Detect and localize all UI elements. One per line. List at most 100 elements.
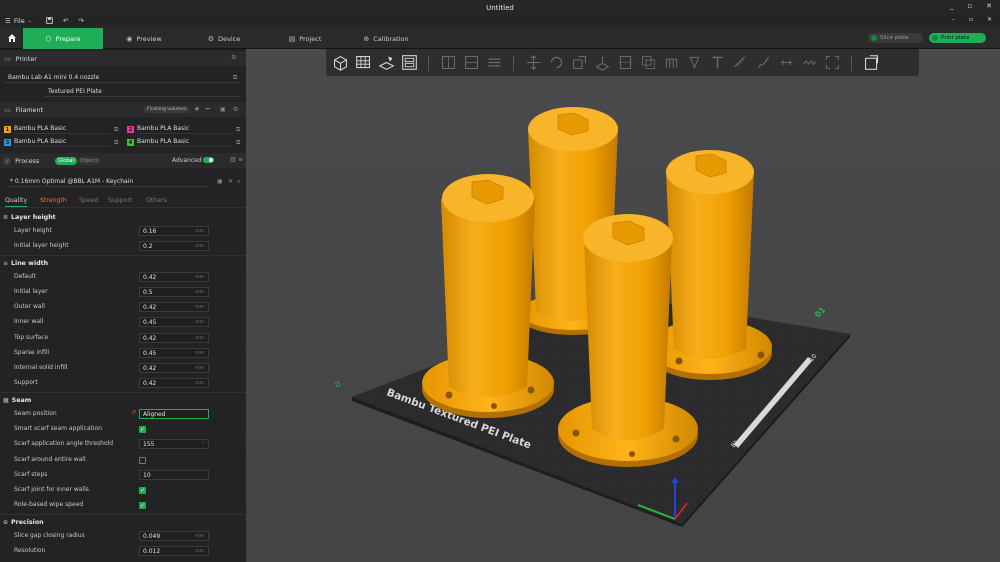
- filament-slot-3-swatch[interactable]: 3: [4, 139, 11, 146]
- seam-paint-button[interactable]: [684, 53, 704, 73]
- arrange-button[interactable]: [399, 53, 419, 73]
- tab-preview[interactable]: ◉ Preview: [105, 28, 183, 49]
- param-role-wipe-checkbox[interactable]: ✓: [139, 502, 146, 509]
- panel-restore-icon[interactable]: ▫: [969, 16, 973, 23]
- file-menu[interactable]: ☰ File ⌄: [5, 17, 32, 25]
- close-icon[interactable]: ✕: [986, 2, 992, 10]
- tab-support[interactable]: Support: [108, 197, 132, 204]
- param-lw-outer-wall-input[interactable]: 0.42 mm: [139, 302, 209, 312]
- save-preset-icon[interactable]: ▣: [217, 178, 223, 185]
- panel-close-icon[interactable]: ✕: [987, 16, 992, 23]
- compare-icon[interactable]: ▥: [230, 156, 236, 163]
- search-icon[interactable]: ⌕: [237, 178, 240, 186]
- param-gap-closing-input[interactable]: 0.049 mm: [139, 531, 209, 541]
- filter-icon[interactable]: ≡: [238, 156, 243, 163]
- color-paint-button[interactable]: [753, 53, 773, 73]
- param-smart-scarf-label: Smart scarf seam application: [14, 425, 102, 432]
- tab-others[interactable]: Others: [146, 197, 167, 204]
- param-lw-internal-solid-input[interactable]: 0.42 mm: [139, 363, 209, 373]
- print-plate-button[interactable]: Print plate: [929, 33, 986, 43]
- param-scarf-angle-input[interactable]: 155 °: [139, 439, 209, 449]
- param-lw-default-input[interactable]: 0.42 mm: [139, 272, 209, 282]
- filament-slot-3-edit-icon[interactable]: ⧉: [114, 139, 118, 147]
- measure-button[interactable]: [730, 53, 750, 73]
- param-scarf-steps-input[interactable]: 10: [139, 470, 209, 480]
- param-lw-top-surface-input[interactable]: 0.42 mm: [139, 333, 209, 343]
- filament-slot-1-select[interactable]: Bambu PLA Basic: [14, 124, 110, 134]
- move-button[interactable]: [523, 53, 543, 73]
- lay-on-face-button[interactable]: [592, 53, 612, 73]
- filament-slot-2-edit-icon[interactable]: ⧉: [236, 126, 240, 134]
- support-paint-button[interactable]: [661, 53, 681, 73]
- layers-button[interactable]: [484, 53, 504, 73]
- param-lw-sparse-infill-input[interactable]: 0.45 mm: [139, 348, 209, 358]
- project-icon: ▤: [288, 34, 296, 43]
- objects-toggle[interactable]: Objects: [77, 156, 101, 165]
- param-smart-scarf-checkbox[interactable]: ✓: [139, 426, 146, 433]
- process-preset-select[interactable]: * 0.16mm Optimal @BBL A1M - Keychain: [6, 176, 210, 187]
- fit-view-button[interactable]: [822, 53, 842, 73]
- filament-slot-1-swatch[interactable]: 1: [4, 126, 11, 133]
- filament-slot-1-edit-icon[interactable]: ⧉: [114, 126, 118, 134]
- orient-button[interactable]: [376, 53, 396, 73]
- undo-icon[interactable]: ↶: [63, 17, 68, 25]
- param-initial-layer-height-input[interactable]: 0.2 mm: [139, 241, 209, 251]
- tab-prepare[interactable]: ⬡ Prepare: [23, 28, 103, 49]
- 3d-scene[interactable]: 81 10 Bambu Textured PEI Plate 01 0: [246, 49, 1000, 562]
- param-resolution-input[interactable]: 0.012 mm: [139, 546, 209, 556]
- group-layer-height: ≣ Layer height: [0, 211, 246, 223]
- sync-filament-icon[interactable]: ▣: [220, 106, 226, 113]
- param-layer-height-input[interactable]: 0.16 mm: [139, 226, 209, 236]
- tab-strength[interactable]: Strength: [40, 197, 67, 204]
- scale-button[interactable]: [569, 53, 589, 73]
- advanced-switch[interactable]: [203, 157, 214, 163]
- mesh-boolean-button[interactable]: [638, 53, 658, 73]
- filament-slot-2-swatch[interactable]: 2: [127, 126, 134, 133]
- filament-slot-2-select[interactable]: Bambu PLA Basic: [137, 124, 233, 134]
- tab-calibration[interactable]: ⊕ Calibration: [347, 28, 425, 49]
- param-seam-position-select[interactable]: Aligned: [139, 409, 209, 419]
- param-scarf-around-checkbox[interactable]: [139, 457, 146, 464]
- split-parts-button[interactable]: [461, 53, 481, 73]
- assembly-button[interactable]: [776, 53, 796, 73]
- add-object-button[interactable]: [330, 53, 350, 73]
- fuzzy-skin-button[interactable]: [799, 53, 819, 73]
- filament-slot-3-select[interactable]: Bambu PLA Basic: [14, 137, 110, 147]
- printer-select[interactable]: Bambu Lab A1 mini 0.4 nozzle: [4, 72, 240, 83]
- tab-quality[interactable]: Quality: [5, 197, 28, 207]
- panel-minimize-icon[interactable]: –: [952, 16, 955, 23]
- delete-preset-icon[interactable]: ✕: [228, 178, 233, 185]
- add-plate-button[interactable]: [353, 53, 373, 73]
- printer-edit-icon[interactable]: ⧉: [233, 74, 237, 82]
- filament-slot-4-select[interactable]: Bambu PLA Basic: [137, 137, 233, 147]
- maximize-icon[interactable]: ▫: [967, 2, 972, 10]
- remove-filament-icon[interactable]: −: [205, 105, 211, 113]
- param-lw-initial-layer-input[interactable]: 0.5 mm: [139, 287, 209, 297]
- rotate-button[interactable]: [546, 53, 566, 73]
- plate-type-select[interactable]: Textured PEI Plate: [44, 86, 240, 97]
- tab-device[interactable]: ⚙ Device: [185, 28, 263, 49]
- tab-speed[interactable]: Speed: [79, 197, 98, 204]
- flushing-volumes-button[interactable]: Flushing volumes: [144, 106, 190, 113]
- text-shape-button[interactable]: [707, 53, 727, 73]
- split-objects-button[interactable]: [438, 53, 458, 73]
- param-scarf-inner-checkbox[interactable]: ✓: [139, 487, 146, 494]
- tab-project[interactable]: ▤ Project: [265, 28, 345, 49]
- printer-section-header[interactable]: ▭ Printer: [0, 51, 246, 66]
- filament-settings-icon[interactable]: ⚙: [233, 106, 238, 113]
- printer-settings-icon[interactable]: ⚙: [231, 54, 236, 61]
- save-icon[interactable]: [46, 16, 53, 26]
- minimize-icon[interactable]: _: [950, 2, 954, 10]
- cut-button[interactable]: [615, 53, 635, 73]
- add-filament-icon[interactable]: +: [194, 105, 200, 113]
- param-lw-inner-wall-input[interactable]: 0.45 mm: [139, 317, 209, 327]
- filament-slot-4-edit-icon[interactable]: ⧉: [236, 139, 240, 147]
- home-button[interactable]: [2, 28, 22, 48]
- slice-plate-button[interactable]: Slice plate: [868, 33, 923, 43]
- redo-icon[interactable]: ↷: [78, 17, 83, 25]
- filament-slot-4-swatch[interactable]: 4: [127, 139, 134, 146]
- variable-layer-button[interactable]: [861, 53, 881, 73]
- reset-icon[interactable]: ↺: [131, 409, 136, 416]
- global-toggle[interactable]: Global: [55, 156, 77, 165]
- param-lw-support-input[interactable]: 0.42 mm: [139, 378, 209, 388]
